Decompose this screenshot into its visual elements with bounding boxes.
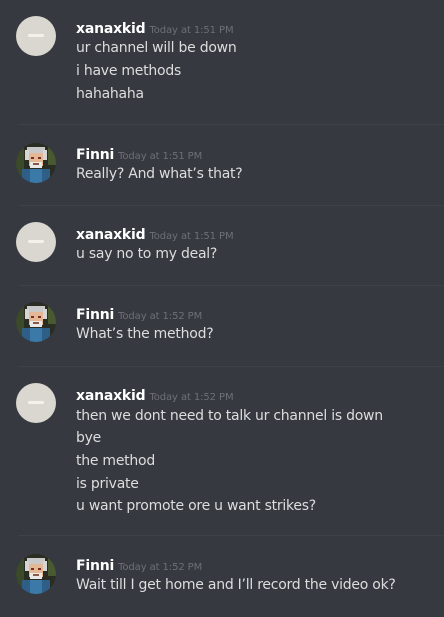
message-header: xanaxkid Today at 1:51 PM — [76, 224, 234, 243]
message-line: hahahaha — [76, 86, 144, 102]
user-avatar[interactable] — [16, 16, 56, 56]
author-name[interactable]: Finni — [76, 147, 114, 163]
message-line: What’s the method? — [76, 326, 214, 342]
message-group: Finni Today at 1:52 PM Wait till I get ho… — [0, 536, 444, 617]
message-line: i have methods — [76, 63, 181, 79]
message-line: the method — [76, 453, 155, 469]
pixel-character-avatar-icon — [16, 302, 56, 342]
avatar-placeholder-icon — [28, 401, 44, 404]
message-header: Finni Today at 1:52 PM — [76, 304, 202, 323]
author-name[interactable]: xanaxkid — [76, 388, 146, 404]
message-line: then we dont need to talk ur channel is … — [76, 408, 383, 424]
message-line: bye — [76, 430, 102, 446]
user-avatar[interactable] — [16, 554, 56, 594]
message-line: u say no to my deal? — [76, 246, 218, 262]
message-group: Finni Today at 1:51 PM Really? And what’s… — [0, 125, 444, 205]
author-name[interactable]: xanaxkid — [76, 21, 146, 37]
chat-message-list: xanaxkid Today at 1:51 PM ur channel will… — [0, 0, 444, 617]
user-avatar[interactable] — [16, 302, 56, 342]
message-group: Finni Today at 1:52 PM What’s the method? — [0, 286, 444, 366]
pixel-character-avatar-icon — [16, 143, 56, 183]
author-name[interactable]: Finni — [76, 307, 114, 323]
message-header: xanaxkid Today at 1:52 PM — [76, 385, 234, 404]
message-timestamp: Today at 1:51 PM — [149, 231, 234, 242]
author-name[interactable]: Finni — [76, 558, 114, 574]
user-avatar[interactable] — [16, 143, 56, 183]
message-line: Really? And what’s that? — [76, 166, 243, 182]
avatar-placeholder-icon — [28, 34, 44, 37]
message-header: Finni Today at 1:51 PM — [76, 144, 202, 163]
message-header: Finni Today at 1:52 PM — [76, 555, 202, 574]
avatar-placeholder-icon — [28, 240, 44, 243]
message-timestamp: Today at 1:52 PM — [149, 392, 234, 403]
pixel-character-avatar-icon — [16, 554, 56, 594]
message-timestamp: Today at 1:51 PM — [149, 25, 234, 36]
message-group: xanaxkid Today at 1:51 PM u say no to my … — [0, 206, 444, 285]
message-group: xanaxkid Today at 1:51 PM ur channel will… — [0, 0, 444, 124]
message-header: xanaxkid Today at 1:51 PM — [76, 18, 234, 37]
message-line: u want promote ore u want strikes? — [76, 498, 316, 514]
message-line: Wait till I get home and I’ll record the… — [76, 577, 396, 593]
user-avatar[interactable] — [16, 222, 56, 262]
message-line: ur channel will be down — [76, 40, 237, 56]
message-line: is private — [76, 476, 139, 492]
author-name[interactable]: xanaxkid — [76, 227, 146, 243]
message-timestamp: Today at 1:52 PM — [118, 562, 203, 573]
message-group: xanaxkid Today at 1:52 PM then we dont ne… — [0, 367, 444, 535]
user-avatar[interactable] — [16, 383, 56, 423]
message-timestamp: Today at 1:51 PM — [118, 151, 203, 162]
message-timestamp: Today at 1:52 PM — [118, 311, 203, 322]
